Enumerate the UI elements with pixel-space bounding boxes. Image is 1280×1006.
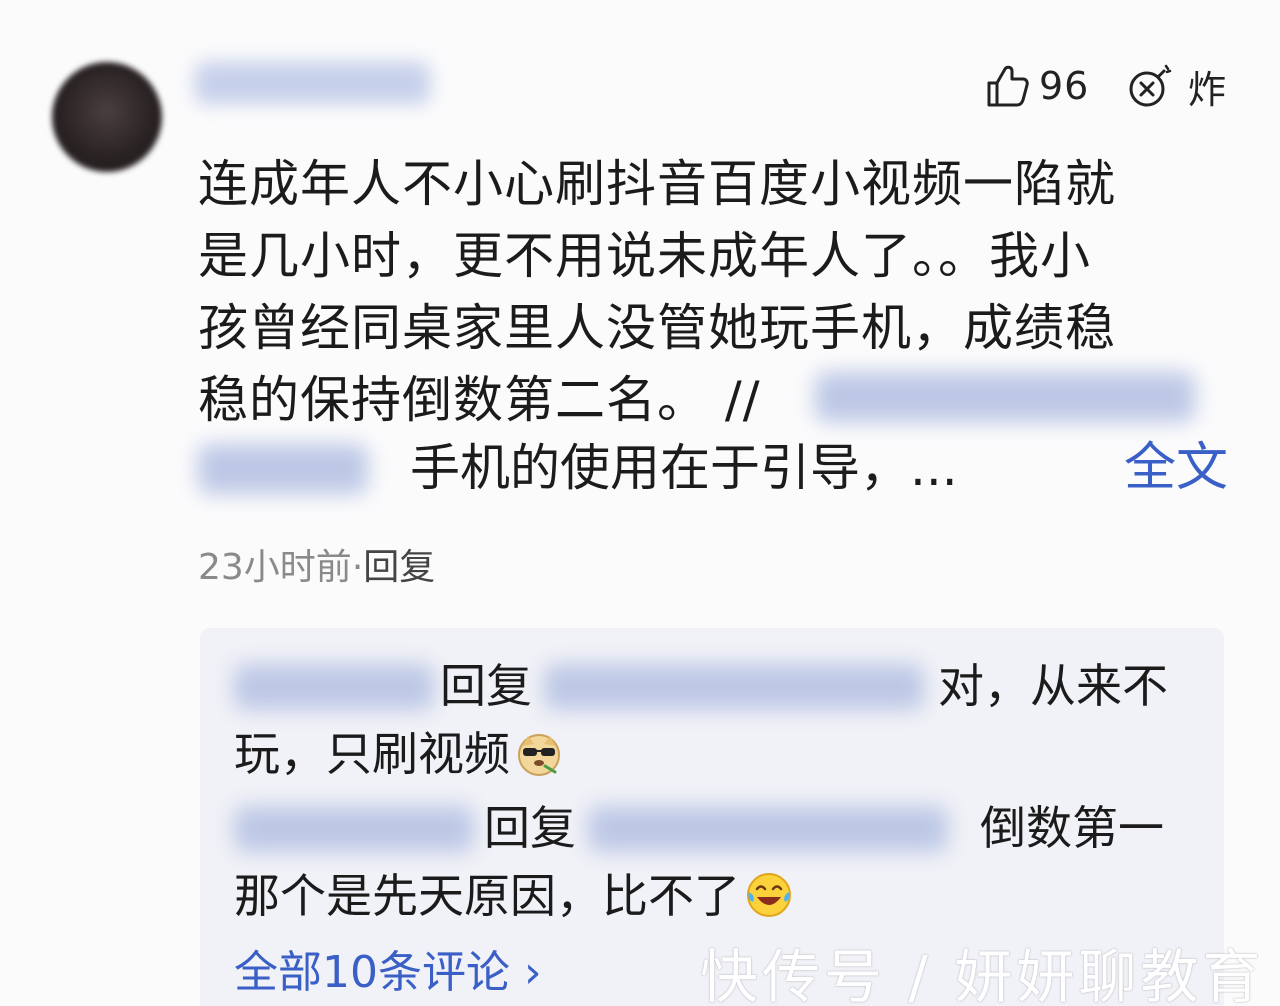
- watermark: 快传号 / 妍妍聊教育: [700, 943, 1265, 1006]
- meta-separator: ·: [351, 547, 364, 588]
- reply-text: 对，从来不: [938, 659, 1168, 713]
- reply-text: 那个是先天原因，比不了: [234, 869, 740, 923]
- reply-word: 回复: [440, 659, 532, 713]
- comment-screen: 96 炸 连成年人不小心刷抖音百度小视频一陷就 是几小时，更不用说未成年人了。。…: [0, 0, 1280, 1006]
- bomb-label: 炸: [1188, 67, 1227, 112]
- like-button[interactable]: 96: [983, 60, 1089, 112]
- blurred-mention: [815, 372, 1195, 422]
- comment-line-last: 手机的使用在于引导，... 全文: [198, 432, 1228, 504]
- reply-line: 回复 倒数第一: [234, 794, 1194, 862]
- comment-meta: 23小时前·回复: [198, 538, 435, 590]
- comment-line: 孩曾经同桌家里人没管她玩手机，成绩稳: [198, 299, 1116, 357]
- avatar[interactable]: [52, 62, 162, 172]
- blurred-username[interactable]: [195, 62, 430, 104]
- cool-dog-emoji-icon: [518, 734, 560, 776]
- blurred-mention: [198, 444, 368, 494]
- laugh-cry-emoji-icon: [747, 873, 791, 917]
- blurred-username: [234, 664, 434, 710]
- reply-line: 那个是先天原因，比不了: [234, 862, 1194, 930]
- comment-line: 是几小时，更不用说未成年人了。。我小: [198, 227, 1091, 285]
- bomb-button[interactable]: 炸: [1126, 60, 1226, 112]
- like-count: 96: [1039, 64, 1090, 108]
- comment-line: 连成年人不小心刷抖音百度小视频一陷就: [198, 155, 1116, 213]
- reply-item[interactable]: 回复 对，从来不 玩，只刷视频: [234, 652, 1194, 788]
- comment-line-tail: 手机的使用在于引导，...: [410, 439, 958, 497]
- reply-line: 回复 对，从来不: [234, 652, 1194, 720]
- blurred-username: [544, 664, 924, 710]
- thumbs-up-icon: [987, 65, 1029, 107]
- reply-line: 玩，只刷视频: [234, 720, 1194, 788]
- reply-button[interactable]: 回复: [363, 547, 435, 588]
- blurred-username: [234, 806, 474, 852]
- fulltext-link[interactable]: 全文: [1124, 432, 1228, 504]
- all-comments-link[interactable]: 全部10条评论 ›: [234, 936, 542, 1000]
- reply-text: 玩，只刷视频: [234, 727, 510, 781]
- blurred-username: [588, 806, 948, 852]
- reply-word: 回复: [484, 801, 576, 855]
- bomb-icon: [1129, 64, 1172, 107]
- comment-time: 23小时前: [198, 547, 352, 588]
- reply-text: 倒数第一: [980, 801, 1164, 855]
- reply-item[interactable]: 回复 倒数第一 那个是先天原因，比不了: [234, 794, 1194, 930]
